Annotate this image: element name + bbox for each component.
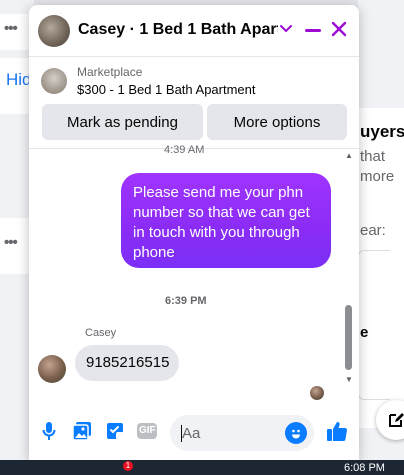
gif-button[interactable]: GIF	[136, 420, 158, 442]
minimize-icon[interactable]	[305, 29, 321, 32]
scroll-down-arrow-icon[interactable]: ▼	[345, 375, 353, 384]
listing-source: Marketplace	[77, 65, 143, 79]
more-dots-icon[interactable]: •••	[4, 234, 18, 251]
close-icon[interactable]	[331, 21, 347, 37]
incoming-message[interactable]: 9185216515	[75, 345, 179, 381]
timestamp: 6:39 PM	[165, 295, 207, 307]
notification-badge: 1	[123, 461, 133, 471]
chat-title[interactable]: Casey · 1 Bed 1 Bath Apart…	[78, 21, 278, 39]
listing-thumbnail[interactable]	[41, 68, 67, 94]
mark-as-pending-button[interactable]: Mark as pending	[42, 104, 203, 140]
chat-header[interactable]: Casey · 1 Bed 1 Bath Apart…	[29, 5, 359, 57]
scrollbar-thumb[interactable]	[345, 305, 352, 370]
background-text: ear:	[360, 222, 386, 239]
photo-icon	[72, 422, 91, 441]
sticker-button[interactable]	[104, 420, 126, 442]
sticker-icon	[107, 423, 123, 439]
listing-title[interactable]: $300 - 1 Bed 1 Bath Apartment	[77, 82, 256, 97]
thumbs-up-icon	[327, 422, 348, 442]
chat-window: Casey · 1 Bed 1 Bath Apart… Marketplace …	[29, 5, 359, 460]
compose-icon	[389, 413, 404, 427]
background-text: uyers	[360, 122, 404, 141]
background-text: that	[360, 148, 386, 165]
sender-name: Casey	[85, 327, 117, 339]
more-dots-icon[interactable]: •••	[4, 20, 18, 37]
chevron-down-icon[interactable]	[279, 22, 293, 36]
taskbar-clock[interactable]: 6:08 PM	[344, 462, 385, 474]
background-text: e	[360, 324, 369, 341]
contact-avatar[interactable]	[38, 15, 70, 47]
timestamp: 4:39 AM	[164, 144, 205, 156]
seen-indicator-avatar	[310, 386, 324, 400]
sender-avatar[interactable]	[38, 355, 66, 383]
like-button[interactable]	[325, 419, 349, 443]
message-composer: GIF	[29, 408, 359, 456]
attach-photo-button[interactable]	[71, 420, 93, 442]
more-options-button[interactable]: More options	[207, 104, 347, 140]
text-cursor	[181, 425, 182, 442]
hide-link[interactable]: Hid	[6, 70, 32, 90]
message-thread: 4:39 AM Please send me your phn number s…	[29, 144, 359, 400]
marketplace-listing: Marketplace $300 - 1 Bed 1 Bath Apartmen…	[29, 57, 359, 149]
emoji-icon	[292, 429, 300, 439]
microphone-icon	[42, 422, 56, 440]
scroll-up-arrow-icon[interactable]: ▲	[345, 151, 353, 160]
background-text: more	[360, 168, 395, 185]
voice-clip-button[interactable]	[38, 420, 60, 442]
emoji-button[interactable]	[285, 422, 307, 444]
outgoing-message[interactable]: Please send me your phn number so that w…	[121, 173, 331, 268]
gif-label: GIF	[139, 425, 156, 436]
